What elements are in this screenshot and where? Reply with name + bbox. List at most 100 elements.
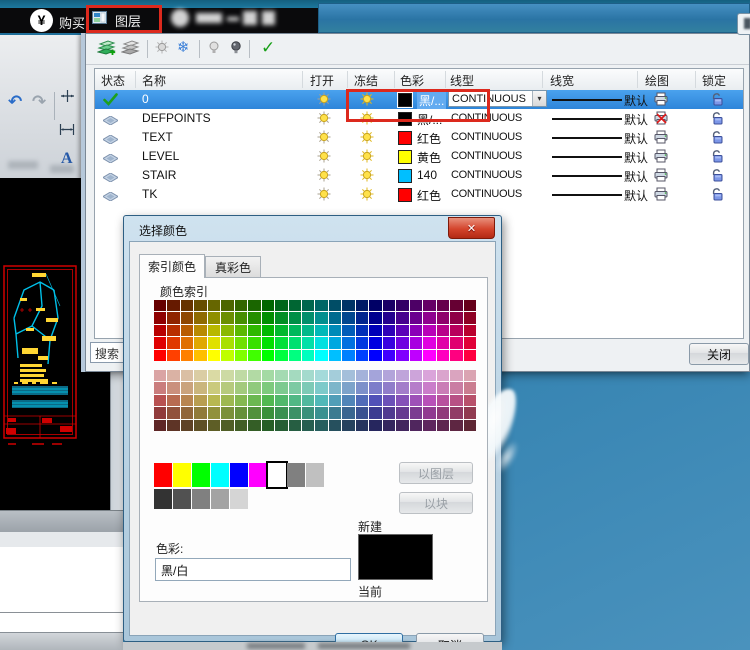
palette-color-cell[interactable] [167,337,180,349]
palette-color-cell[interactable] [302,324,315,337]
palette-color-cell[interactable] [167,394,180,407]
palette-color-cell[interactable] [194,370,207,382]
palette-color-cell[interactable] [463,337,476,349]
standard-color-cell[interactable] [287,463,305,487]
palette-color-cell[interactable] [463,349,476,361]
minimize-button[interactable] [227,17,239,21]
col-color[interactable]: 色彩 [400,72,424,89]
palette-color-cell[interactable] [221,312,234,324]
palette-color-cell[interactable] [302,337,315,349]
palette-color-cell[interactable] [328,349,342,361]
layer-window-titlebar[interactable] [318,3,750,33]
palette-color-cell[interactable] [450,394,463,407]
apply-check-button[interactable]: ✓ [261,39,281,58]
palette-color-cell[interactable] [234,419,248,431]
palette-color-cell[interactable] [207,300,221,312]
palette-color-cell[interactable] [423,394,436,407]
palette-color-cell[interactable] [154,337,167,349]
palette-color-cell[interactable] [342,337,355,349]
partial-titlebar-button[interactable] [737,13,750,35]
palette-color-cell[interactable] [382,312,396,324]
palette-color-cell[interactable] [154,312,167,324]
palette-color-cell[interactable] [315,349,328,361]
palette-color-cell[interactable] [180,337,194,349]
palette-color-cell[interactable] [275,407,288,419]
layer-color-swatch[interactable] [398,131,412,145]
col-plot[interactable]: 绘图 [645,72,669,89]
table-row[interactable]: LEVEL 黄色 CONTINUOUS 默认 [95,147,743,166]
palette-color-cell[interactable] [409,370,423,382]
freeze-snowflake-button[interactable]: ❄ [177,40,197,58]
standard-color-cell[interactable] [211,463,229,487]
palette-color-cell[interactable] [275,300,288,312]
palette-color-cell[interactable] [315,394,328,407]
delete-layer-button[interactable] [120,40,141,58]
palette-color-cell[interactable] [261,349,275,361]
palette-color-cell[interactable] [275,394,288,407]
palette-color-cell[interactable] [450,300,463,312]
palette-color-cell[interactable] [409,394,423,407]
palette-color-cell[interactable] [396,394,409,407]
layer-on-bulb-icon[interactable] [317,187,331,206]
palette-color-cell[interactable] [194,394,207,407]
palette-color-cell[interactable] [288,419,302,431]
col-lineweight[interactable]: 线宽 [550,72,574,89]
palette-color-cell[interactable] [409,312,423,324]
bylayer-button[interactable]: 以图层 [399,462,473,484]
palette-color-cell[interactable] [463,407,476,419]
palette-color-cell[interactable] [234,394,248,407]
palette-color-cell[interactable] [436,349,450,361]
palette-color-cell[interactable] [234,349,248,361]
undo-icon[interactable]: ↶ [8,92,22,112]
palette-color-cell[interactable] [328,324,342,337]
palette-color-cell[interactable] [194,419,207,431]
palette-color-cell[interactable] [221,349,234,361]
palette-color-cell[interactable] [302,349,315,361]
palette-color-cell[interactable] [342,300,355,312]
palette-color-cell[interactable] [154,300,167,312]
palette-color-cell[interactable] [234,300,248,312]
palette-color-cell[interactable] [423,300,436,312]
palette-color-cell[interactable] [423,337,436,349]
palette-color-cell[interactable] [261,382,275,394]
palette-color-cell[interactable] [180,300,194,312]
palette-color-cell[interactable] [369,349,382,361]
tab-index-color[interactable]: 索引颜色 [139,254,205,278]
palette-color-cell[interactable] [248,419,261,431]
palette-color-cell[interactable] [423,370,436,382]
palette-color-cell[interactable] [248,370,261,382]
palette-color-cell[interactable] [315,300,328,312]
palette-color-cell[interactable] [167,407,180,419]
table-row[interactable]: STAIR 140 CONTINUOUS 默认 [95,166,743,185]
table-row[interactable]: TEXT 红色 CONTINUOUS 默认 [95,128,743,147]
palette-color-cell[interactable] [221,382,234,394]
palette-color-cell[interactable] [450,337,463,349]
palette-color-cell[interactable] [369,337,382,349]
palette-color-cell[interactable] [382,300,396,312]
layer-freeze-sun-icon[interactable] [360,187,374,206]
palette-color-cell[interactable] [355,407,369,419]
palette-color-cell[interactable] [369,312,382,324]
palette-color-cell[interactable] [194,300,207,312]
byblock-button[interactable]: 以块 [399,492,473,514]
palette-color-cell[interactable] [302,407,315,419]
palette-color-cell[interactable] [355,337,369,349]
palette-color-cell[interactable] [423,407,436,419]
palette-color-cell[interactable] [275,312,288,324]
color-name-input[interactable]: 黑/白 [155,558,351,581]
palette-color-cell[interactable] [355,349,369,361]
palette-color-cell[interactable] [288,349,302,361]
palette-color-cell[interactable] [180,419,194,431]
palette-color-cell[interactable] [369,300,382,312]
palette-color-cell[interactable] [342,312,355,324]
palette-color-cell[interactable] [167,419,180,431]
palette-color-cell[interactable] [423,419,436,431]
palette-color-cell[interactable] [450,349,463,361]
gray-shade-cell[interactable] [154,489,172,509]
palette-color-cell[interactable] [315,370,328,382]
palette-color-cell[interactable] [180,382,194,394]
palette-color-cell[interactable] [302,419,315,431]
palette-color-cell[interactable] [409,337,423,349]
palette-color-cell[interactable] [450,324,463,337]
standard-color-cell[interactable] [266,461,288,489]
